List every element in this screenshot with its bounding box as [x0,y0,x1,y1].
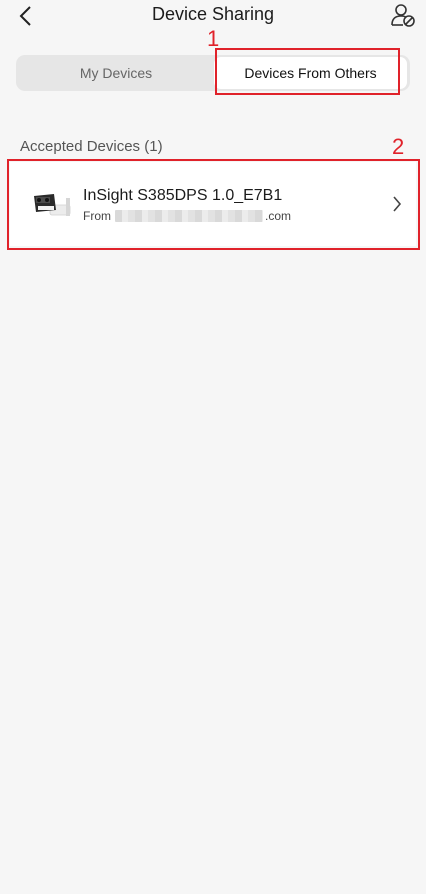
annotation-box-2 [7,159,420,250]
page-title: Device Sharing [151,4,275,24]
annotation-box-1 [215,48,400,95]
section-label-accepted-devices: Accepted Devices (1) [20,138,163,155]
annotation-number-2: 2 [392,134,405,159]
shared-user-button[interactable] [390,2,416,28]
tab-my-devices[interactable]: My Devices [18,57,214,89]
user-block-icon [391,4,415,27]
